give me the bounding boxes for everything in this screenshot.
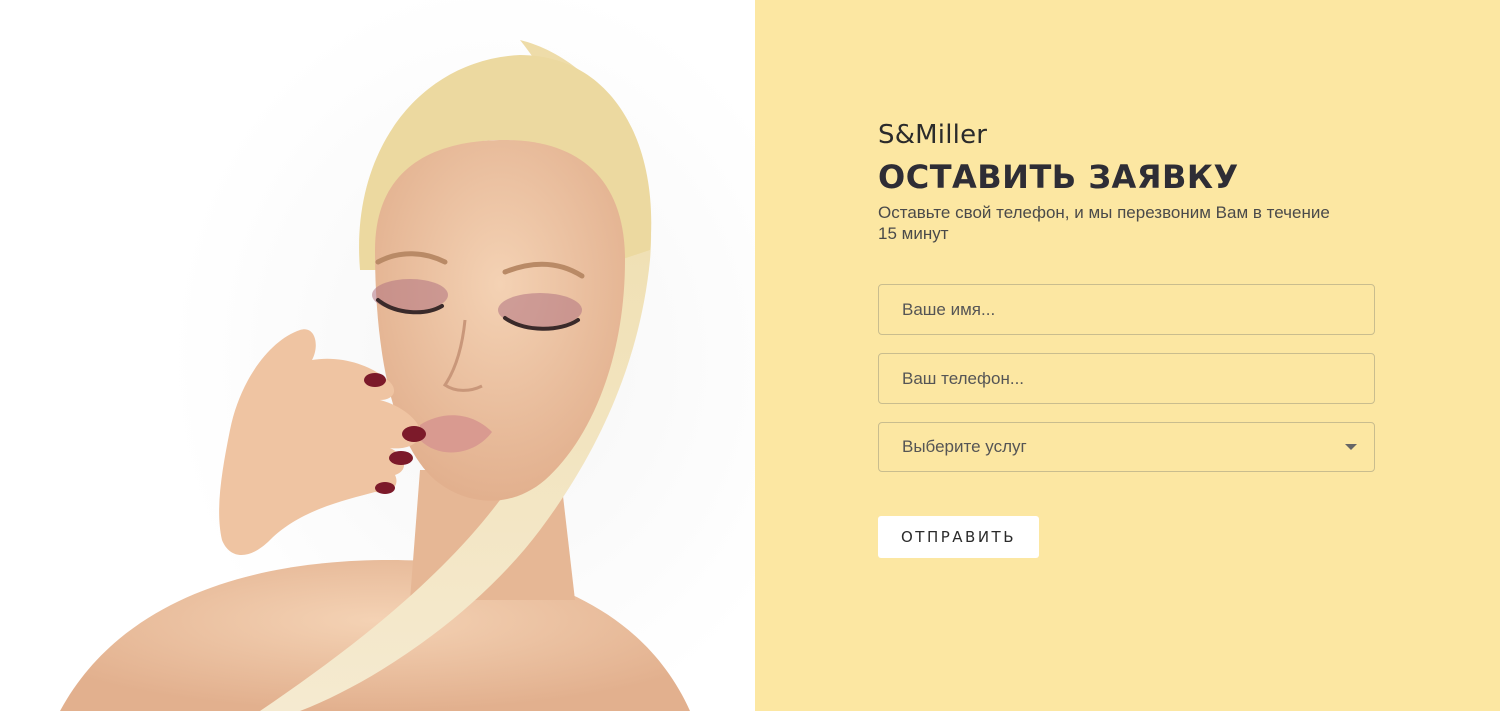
callback-form-panel: S&Miller ОСТАВИТЬ ЗАЯВКУ Оставьте свой т… bbox=[755, 0, 1500, 711]
phone-input[interactable] bbox=[878, 353, 1375, 404]
model-portrait-illustration bbox=[0, 0, 755, 711]
name-input[interactable] bbox=[878, 284, 1375, 335]
form-subtitle: Оставьте свой телефон, и мы перезвоним В… bbox=[878, 203, 1330, 243]
form-title: ОСТАВИТЬ ЗАЯВКУ bbox=[878, 158, 1239, 196]
service-select-value: Выберите услуг bbox=[902, 437, 1027, 456]
submit-button[interactable]: ОТПРАВИТЬ bbox=[878, 516, 1039, 558]
page: S&Miller ОСТАВИТЬ ЗАЯВКУ Оставьте свой т… bbox=[0, 0, 1500, 711]
hero-photo bbox=[0, 0, 755, 711]
service-select[interactable]: Выберите услуг bbox=[878, 422, 1375, 472]
brand-logo: S&Miller bbox=[878, 120, 988, 150]
chevron-down-icon bbox=[1345, 444, 1357, 450]
